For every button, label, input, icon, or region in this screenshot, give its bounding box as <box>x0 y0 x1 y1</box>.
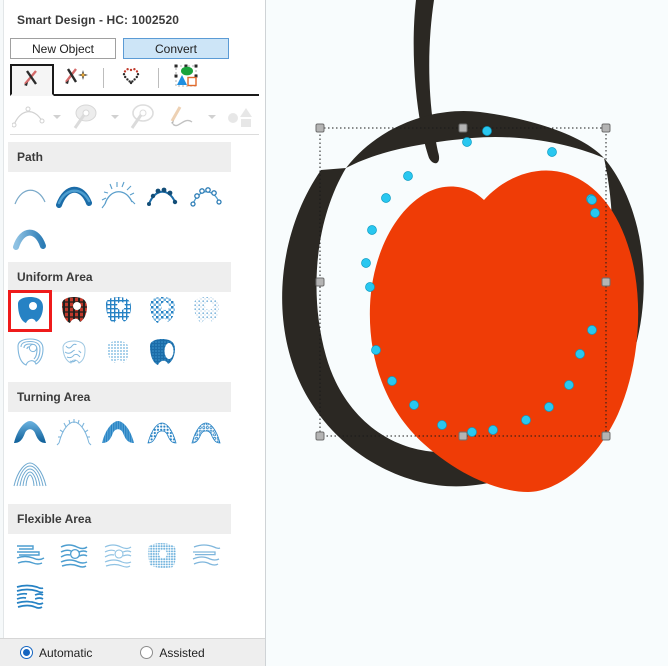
uniform-fill-plaid-icon[interactable] <box>52 290 96 332</box>
chevron-down-icon <box>110 114 119 119</box>
flexible-dense-icon[interactable] <box>140 534 184 576</box>
shapes-selection-icon <box>173 64 199 93</box>
section-uniform-area-header: Uniform Area <box>8 262 231 292</box>
tab-stroke-effects[interactable] <box>54 62 98 94</box>
tool-shapes <box>221 102 259 132</box>
chevron-down-icon <box>207 114 216 119</box>
uniform-fill-scatter-icon[interactable] <box>52 332 96 374</box>
turning-feather-icon[interactable] <box>52 412 96 454</box>
radio-assisted-indicator[interactable] <box>140 646 154 659</box>
heart-dots-icon <box>120 65 142 92</box>
section-flexible-area-header: Flexible Area <box>8 504 231 534</box>
uniform-fill-sparse-icon[interactable] <box>184 290 228 332</box>
turning-ribbed-icon[interactable] <box>96 412 140 454</box>
new-object-button[interactable]: New Object <box>10 38 116 59</box>
tool-magic-outline <box>124 102 162 132</box>
panel-toolbar <box>10 99 259 135</box>
flexible-hole-icon[interactable] <box>52 534 96 576</box>
uniform-fill-solid-icon[interactable] <box>8 290 52 332</box>
pen-stroke-star-icon <box>63 65 89 92</box>
radio-assisted-label: Assisted <box>159 645 205 660</box>
mode-selection-bar: Automatic Assisted <box>0 638 265 666</box>
radio-automatic[interactable]: Automatic <box>20 646 92 660</box>
uniform-fill-3d-icon[interactable] <box>140 332 184 374</box>
panel-action-buttons: New Object Convert <box>10 38 229 59</box>
uniform-fill-contour-icon[interactable] <box>8 332 52 374</box>
pen-stroke-icon <box>21 67 43 94</box>
turning-contour-icon[interactable] <box>8 454 52 496</box>
turning-satin-icon[interactable] <box>8 412 52 454</box>
convert-button[interactable]: Convert <box>123 38 229 59</box>
tab-motifs[interactable] <box>109 62 153 94</box>
section-turning-area-header: Turning Area <box>8 382 231 412</box>
section-uniform-area-icons <box>8 290 240 374</box>
tab-shapes[interactable] <box>164 62 208 94</box>
section-turning-area-icons <box>8 412 240 496</box>
path-open-bead-arc-icon[interactable] <box>184 174 228 216</box>
flexible-open-icon[interactable] <box>184 534 228 576</box>
tab-stroke[interactable] <box>10 64 54 96</box>
tool-freehand <box>164 102 202 132</box>
page-title: Smart Design - HC: 1002520 <box>17 13 179 27</box>
radio-automatic-indicator[interactable] <box>20 646 33 659</box>
tab-separator <box>103 68 104 88</box>
path-single-line-icon[interactable] <box>8 174 52 216</box>
uniform-fill-stipple-icon[interactable] <box>96 332 140 374</box>
tool-freehand-dropdown <box>204 102 219 132</box>
section-flexible-area-icons <box>8 534 240 618</box>
uniform-fill-grid-icon[interactable] <box>96 290 140 332</box>
path-satin-arc-icon[interactable] <box>52 174 96 216</box>
smart-design-panel: Smart Design - HC: 1002520 New Object Co… <box>0 0 266 666</box>
panel-tabstrip <box>10 64 259 96</box>
chevron-down-icon <box>53 114 62 119</box>
flexible-light-icon[interactable] <box>96 534 140 576</box>
path-gradient-arc-icon[interactable] <box>8 216 52 258</box>
smart-design-window: Smart Design - HC: 1002520 New Object Co… <box>0 0 668 666</box>
heart-fill-shape <box>369 170 639 492</box>
tool-magic-fill <box>67 102 105 132</box>
radio-assisted[interactable]: Assisted <box>140 645 205 660</box>
tool-magic-fill-dropdown <box>107 102 122 132</box>
turning-bead-icon[interactable] <box>140 412 184 454</box>
tab-separator <box>158 68 159 88</box>
uniform-fill-checker-icon[interactable] <box>140 290 184 332</box>
flexible-tight-icon[interactable] <box>8 576 52 618</box>
turning-open-bead-icon[interactable] <box>184 412 228 454</box>
path-feather-arc-icon[interactable] <box>96 174 140 216</box>
design-canvas[interactable] <box>266 0 668 666</box>
section-path-header: Path <box>8 142 231 172</box>
tool-bezier-dropdown <box>50 102 65 132</box>
path-bead-arc-icon[interactable] <box>140 174 184 216</box>
radio-automatic-label: Automatic <box>39 645 93 660</box>
flexible-wave-icon[interactable] <box>8 534 52 576</box>
section-path-icons <box>8 174 240 258</box>
tool-bezier <box>10 102 48 132</box>
panel-left-edge <box>0 0 4 666</box>
